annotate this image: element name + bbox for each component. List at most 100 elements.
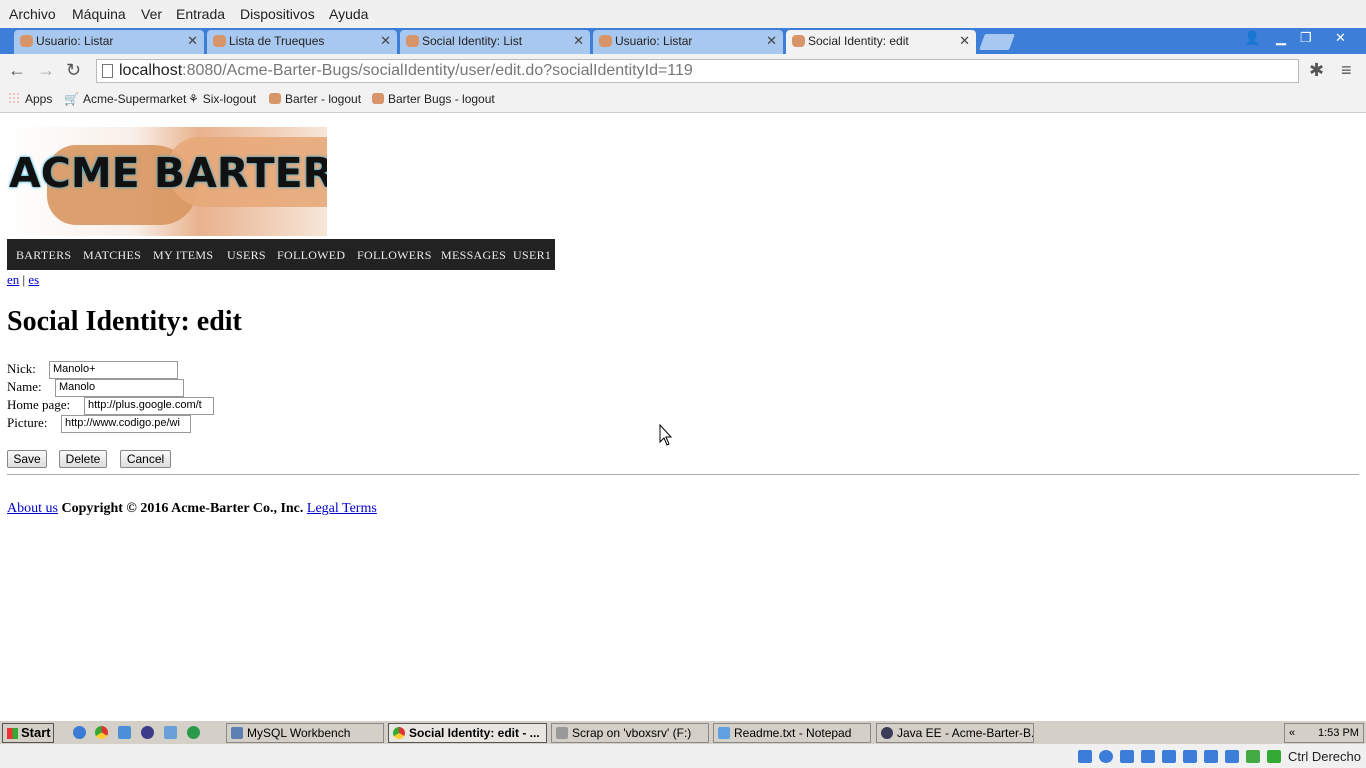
capture-icon[interactable]	[1246, 750, 1260, 763]
lang-separator: |	[22, 272, 26, 287]
arrow-down-icon[interactable]	[1267, 750, 1281, 763]
close-icon[interactable]: ✕	[380, 30, 391, 52]
nav-user1[interactable]: USER1	[513, 248, 551, 263]
nav-barters[interactable]: BARTERS	[16, 248, 71, 263]
document-icon[interactable]	[118, 726, 131, 739]
network-icon[interactable]	[187, 726, 200, 739]
close-window-icon[interactable]: ✕	[1335, 30, 1346, 46]
name-input[interactable]: Manolo	[55, 379, 184, 397]
tab-usuario-listar-2[interactable]: Usuario: Listar ✕	[593, 30, 783, 54]
pen-icon[interactable]	[1141, 750, 1155, 763]
legal-terms-link[interactable]: Legal Terms	[307, 501, 377, 516]
taskbar-label: Social Identity: edit - ...	[409, 726, 540, 740]
taskbar-mysql-workbench[interactable]: MySQL Workbench	[226, 723, 384, 743]
tab-title: Social Identity: edit	[808, 34, 909, 48]
windows-taskbar: Start MySQL Workbench Social Identity: e…	[0, 720, 1366, 745]
address-bar[interactable]: localhost:8080/Acme-Barter-Bugs/socialId…	[96, 59, 1299, 83]
close-icon[interactable]: ✕	[766, 30, 777, 52]
nav-matches[interactable]: MATCHES	[83, 248, 141, 263]
tab-lista-trueques[interactable]: Lista de Trueques ✕	[207, 30, 397, 54]
reload-icon[interactable]: ↻	[66, 60, 81, 81]
taskbar-eclipse[interactable]: Java EE - Acme-Barter-B...	[876, 723, 1034, 743]
nick-input[interactable]: Manolo+	[49, 361, 178, 379]
about-us-link[interactable]: About us	[7, 501, 58, 516]
network-adapter-icon[interactable]	[1183, 750, 1197, 763]
notepad-icon	[718, 727, 730, 739]
taskbar-chrome-window[interactable]: Social Identity: edit - ...	[388, 723, 547, 743]
restore-icon[interactable]: ❐	[1300, 30, 1312, 46]
close-icon[interactable]: ✕	[959, 30, 970, 52]
drive-icon	[556, 727, 568, 739]
bookmark-barter-bugs-logout[interactable]: Barter Bugs - logout	[372, 92, 495, 106]
taskbar-label: Readme.txt - Notepad	[734, 726, 852, 740]
minimize-icon[interactable]: ▁	[1276, 30, 1286, 46]
bookmark-barter-logout[interactable]: Barter - logout	[269, 92, 361, 106]
menu-icon[interactable]: ≡	[1341, 60, 1352, 81]
copyright-text: Copyright © 2016 Acme-Barter Co., Inc.	[61, 501, 304, 516]
nav-my-items[interactable]: MY ITEMS	[153, 248, 213, 263]
cancel-button[interactable]: Cancel	[120, 450, 171, 468]
host-key-label: Ctrl Derecho	[1288, 749, 1361, 764]
banner-title: ACME BARTER	[9, 149, 327, 197]
close-icon[interactable]: ✕	[187, 30, 198, 52]
shared-folder-icon[interactable]	[1225, 750, 1239, 763]
nav-followers[interactable]: FOLLOWERS	[357, 248, 432, 263]
url-text[interactable]: localhost:8080/Acme-Barter-Bugs/socialId…	[119, 62, 693, 80]
tab-social-identity-list[interactable]: Social Identity: List ✕	[400, 30, 590, 54]
nick-label: Nick:	[7, 361, 36, 376]
ie-icon[interactable]	[73, 726, 86, 739]
nav-followed[interactable]: FOLLOWED	[277, 248, 345, 263]
taskbar-notepad[interactable]: Readme.txt - Notepad	[713, 723, 871, 743]
lang-es-link[interactable]: es	[28, 272, 39, 287]
footer: About us Copyright © 2016 Acme-Barter Co…	[7, 501, 377, 517]
picture-input[interactable]: http://www.codigo.pe/wi	[61, 415, 191, 433]
menu-ayuda[interactable]: Ayuda	[329, 6, 368, 22]
save-button[interactable]: Save	[7, 450, 47, 468]
delete-button[interactable]: Delete	[59, 450, 107, 468]
tab-social-identity-edit[interactable]: Social Identity: edit ✕	[786, 30, 976, 54]
menu-dispositivos[interactable]: Dispositivos	[240, 6, 315, 22]
profile-icon[interactable]: 👤	[1244, 30, 1260, 46]
clock-text: 1:53 PM	[1318, 727, 1359, 739]
favicon-icon	[406, 35, 419, 47]
close-icon[interactable]: ✕	[573, 30, 584, 52]
favicon-icon	[792, 35, 805, 47]
chrome-icon[interactable]	[95, 726, 108, 739]
bookmark-apps[interactable]: Apps	[8, 92, 52, 106]
extension-icon[interactable]: ✱	[1309, 60, 1324, 81]
menu-entrada[interactable]: Entrada	[176, 6, 225, 22]
hdd-icon[interactable]	[1078, 750, 1092, 763]
audio-icon[interactable]	[1120, 750, 1134, 763]
nav-users[interactable]: USERS	[227, 248, 266, 263]
bookmark-acme-supermarket[interactable]: 🛒 Acme-Supermarket	[64, 92, 186, 106]
forward-icon[interactable]: →	[37, 60, 55, 81]
back-icon[interactable]: ←	[8, 60, 26, 81]
tab-title: Lista de Trueques	[229, 34, 325, 48]
menu-maquina[interactable]: Máquina	[72, 6, 126, 22]
tab-title: Usuario: Listar	[615, 34, 693, 48]
tray-expand-icon[interactable]: «	[1289, 724, 1295, 742]
homepage-label: Home page:	[7, 397, 71, 412]
eclipse-icon[interactable]	[141, 726, 154, 739]
lang-en-link[interactable]: en	[7, 272, 19, 287]
name-label: Name:	[7, 379, 42, 394]
image-icon[interactable]	[164, 726, 177, 739]
system-tray[interactable]: « 1:53 PM	[1284, 723, 1364, 743]
usb-icon[interactable]	[1204, 750, 1218, 763]
nav-messages[interactable]: MESSAGES	[441, 248, 506, 263]
handshake-icon	[269, 93, 281, 104]
display-icon[interactable]	[1162, 750, 1176, 763]
homepage-input[interactable]: http://plus.google.com/t	[84, 397, 214, 415]
taskbar-scrap-folder[interactable]: Scrap on 'vboxsrv' (F:)	[551, 723, 709, 743]
bookmark-label: Six-logout	[202, 92, 257, 106]
url-host: localhost	[119, 62, 183, 79]
tab-usuario-listar-1[interactable]: Usuario: Listar ✕	[14, 30, 204, 54]
bookmarks-bar: Apps 🛒 Acme-Supermarket ⚘ Six-logout Barte…	[0, 88, 1366, 113]
new-tab-button[interactable]	[979, 34, 1015, 50]
menu-archivo[interactable]: Archivo	[9, 6, 56, 22]
menu-ver[interactable]: Ver	[141, 6, 162, 22]
cd-icon[interactable]	[1099, 750, 1113, 763]
bookmark-six-logout[interactable]: ⚘ Six-logout	[188, 92, 256, 106]
start-button[interactable]: Start	[2, 723, 54, 743]
windows-flag-icon	[7, 728, 18, 739]
